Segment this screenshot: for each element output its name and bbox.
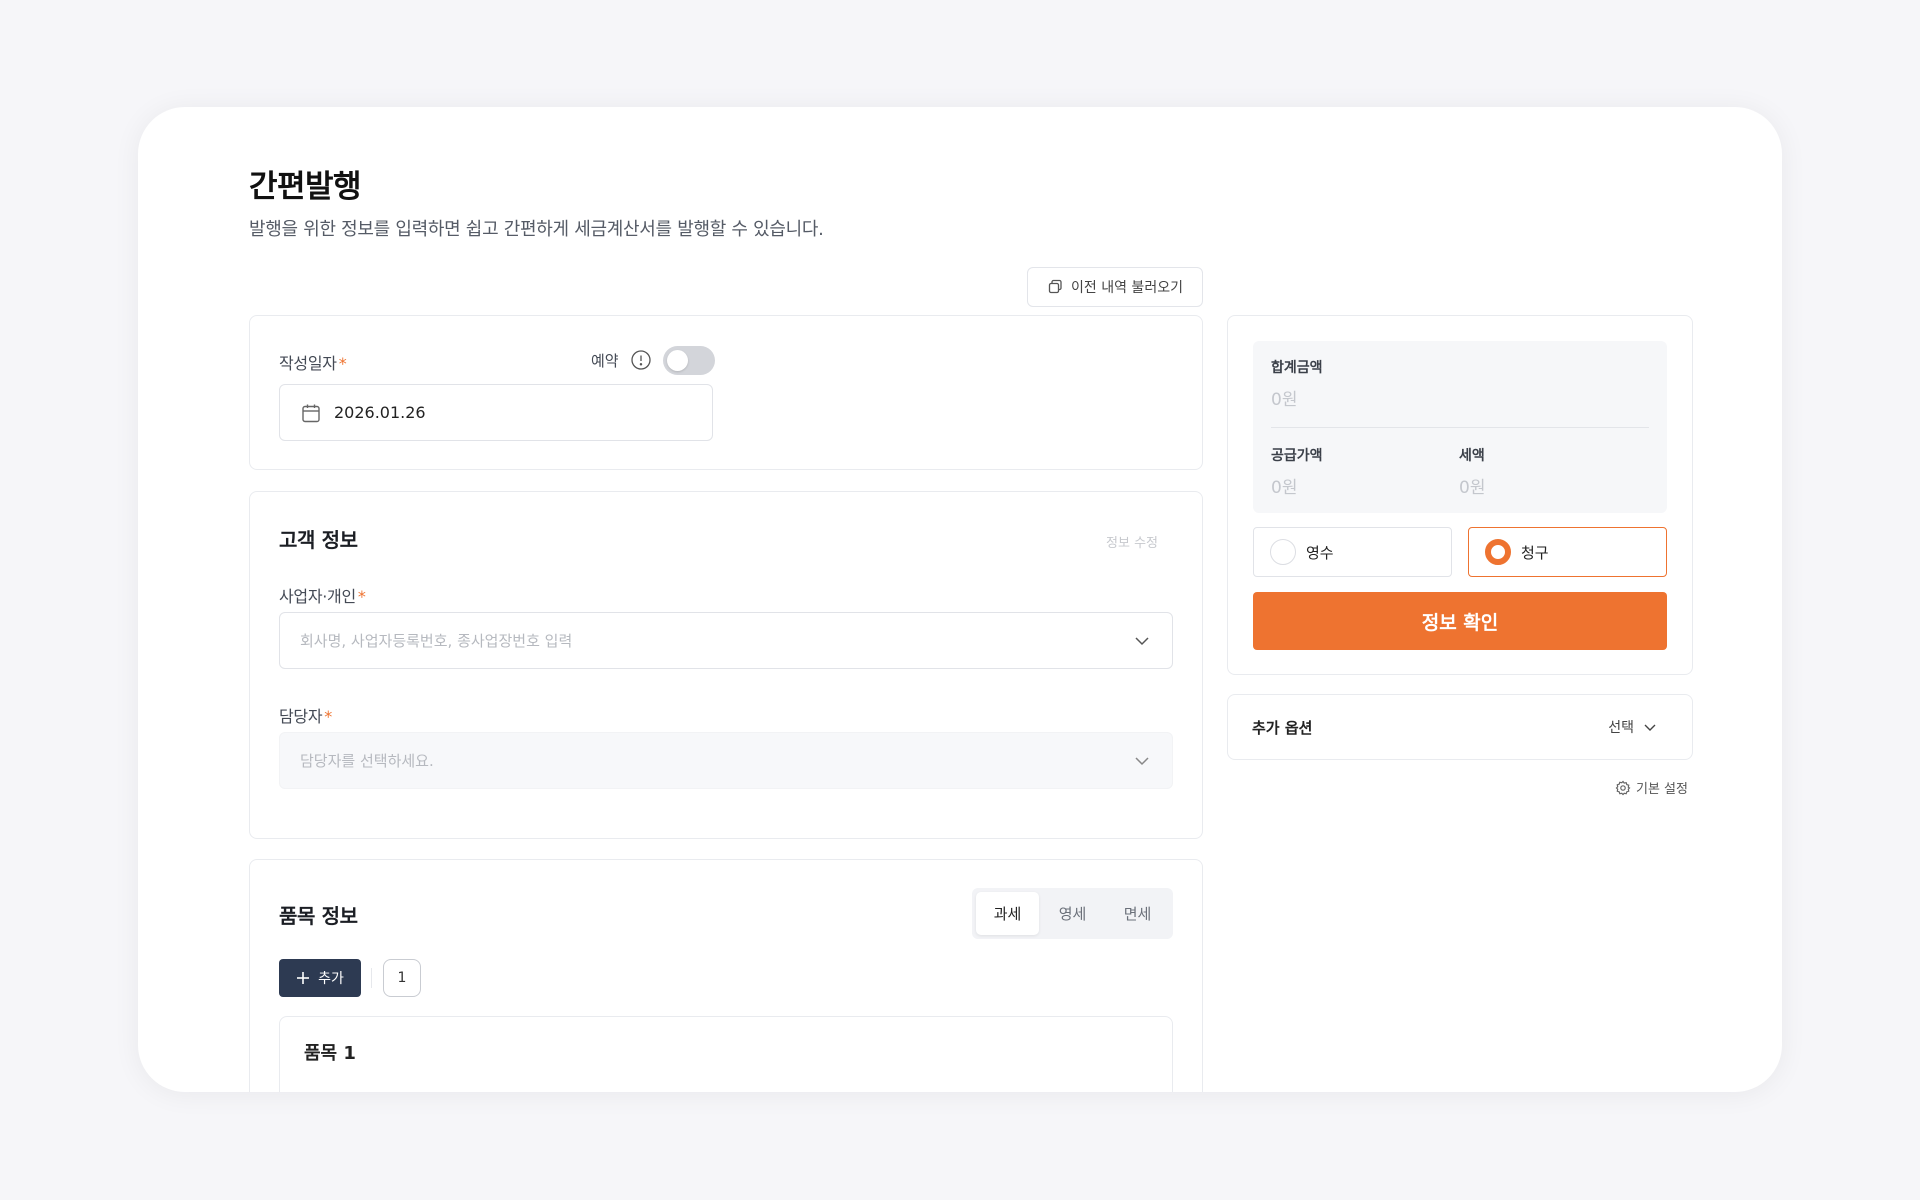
tab-tax-exempt[interactable]: 면세 (1106, 892, 1169, 935)
load-previous-label: 이전 내역 불러오기 (1071, 280, 1183, 296)
claim-option[interactable]: 청구 (1468, 527, 1667, 577)
divider (1271, 427, 1649, 428)
business-label-wrap: 사업자·개인 * (279, 583, 366, 607)
add-item-button[interactable]: 추가 (279, 959, 361, 997)
required-mark: * (357, 587, 366, 606)
required-mark: * (338, 354, 347, 373)
business-placeholder: 회사명, 사업자등록번호, 종사업장번호 입력 (300, 632, 573, 650)
contact-label: 담당자 (279, 707, 323, 726)
supply-value: 0원 (1271, 478, 1298, 498)
item-card: 품목 1 (279, 1016, 1173, 1092)
date-label-wrap: 작성일자 * (279, 350, 347, 374)
summary-panel: 합계금액 0원 공급가액 0원 세액 0원 영수 청구 정보 확인 (1227, 315, 1693, 675)
chevron-down-icon (1644, 724, 1656, 731)
item-count-badge[interactable]: 1 (383, 959, 421, 997)
page-title: 간편발행 (249, 169, 362, 205)
reservation-label: 예약 (591, 352, 619, 370)
business-label: 사업자·개인 (279, 587, 356, 606)
chevron-down-icon (1135, 637, 1149, 646)
main-card: 간편발행 발행을 위한 정보를 입력하면 쉽고 간편하게 세금계산서를 발행할 … (138, 107, 1782, 1092)
plus-icon (297, 972, 310, 984)
tax-label: 세액 (1459, 448, 1485, 464)
copy-icon (1048, 279, 1062, 294)
page-subtitle: 발행을 위한 정보를 입력하면 쉽고 간편하게 세금계산서를 발행할 수 있습니… (249, 219, 824, 240)
date-label: 작성일자 (279, 354, 337, 373)
options-select-label: 선택 (1608, 720, 1634, 736)
item-title: 품목 1 (304, 1043, 356, 1064)
gear-icon (1615, 780, 1631, 795)
load-previous-button[interactable]: 이전 내역 불러오기 (1027, 267, 1203, 307)
claim-label: 청구 (1521, 543, 1549, 562)
amount-summary: 합계금액 0원 공급가액 0원 세액 0원 (1253, 341, 1667, 513)
info-icon[interactable] (630, 349, 652, 371)
date-value: 2026.01.26 (334, 403, 426, 422)
radio-button-selected (1485, 539, 1511, 565)
date-field[interactable]: 2026.01.26 (279, 384, 713, 441)
contact-label-wrap: 담당자 * (279, 703, 332, 727)
tab-taxable[interactable]: 과세 (976, 892, 1039, 935)
reservation-toggle[interactable] (663, 346, 715, 375)
items-section-title: 품목 정보 (279, 904, 358, 928)
tax-value: 0원 (1459, 478, 1486, 498)
receipt-option[interactable]: 영수 (1253, 527, 1452, 577)
contact-select[interactable]: 담당자를 선택하세요. (279, 732, 1173, 789)
options-panel[interactable]: 추가 옵션 선택 (1227, 694, 1693, 760)
edit-info-link[interactable]: 정보 수정 (1106, 532, 1158, 551)
calendar-icon (302, 404, 320, 422)
supply-label: 공급가액 (1271, 448, 1323, 464)
tab-zero-rated[interactable]: 영세 (1041, 892, 1104, 935)
customer-panel: 고객 정보 정보 수정 사업자·개인 * 회사명, 사업자등록번호, 종사업장번호… (249, 491, 1203, 839)
confirm-button[interactable]: 정보 확인 (1253, 592, 1667, 650)
contact-placeholder: 담당자를 선택하세요. (300, 752, 434, 770)
tax-type-segment: 과세 영세 면세 (972, 888, 1173, 939)
chevron-down-icon (1135, 757, 1149, 766)
default-settings-label: 기본 설정 (1636, 782, 1688, 797)
options-title: 추가 옵션 (1252, 719, 1313, 737)
radio-button (1270, 539, 1296, 565)
default-settings-link[interactable]: 기본 설정 (1615, 778, 1688, 797)
receipt-label: 영수 (1306, 543, 1334, 562)
options-select[interactable]: 선택 (1608, 717, 1656, 737)
required-mark: * (324, 707, 332, 726)
business-search-select[interactable]: 회사명, 사업자등록번호, 종사업장번호 입력 (279, 612, 1173, 669)
customer-section-title: 고객 정보 (279, 528, 358, 552)
total-value: 0원 (1271, 390, 1298, 410)
add-item-label: 추가 (318, 971, 344, 987)
divider (371, 968, 372, 988)
total-label: 합계금액 (1271, 360, 1323, 376)
date-panel: 작성일자 * 예약 2026.01.26 (249, 315, 1203, 470)
items-panel: 품목 정보 과세 영세 면세 추가 1 품목 1 (249, 859, 1203, 1092)
